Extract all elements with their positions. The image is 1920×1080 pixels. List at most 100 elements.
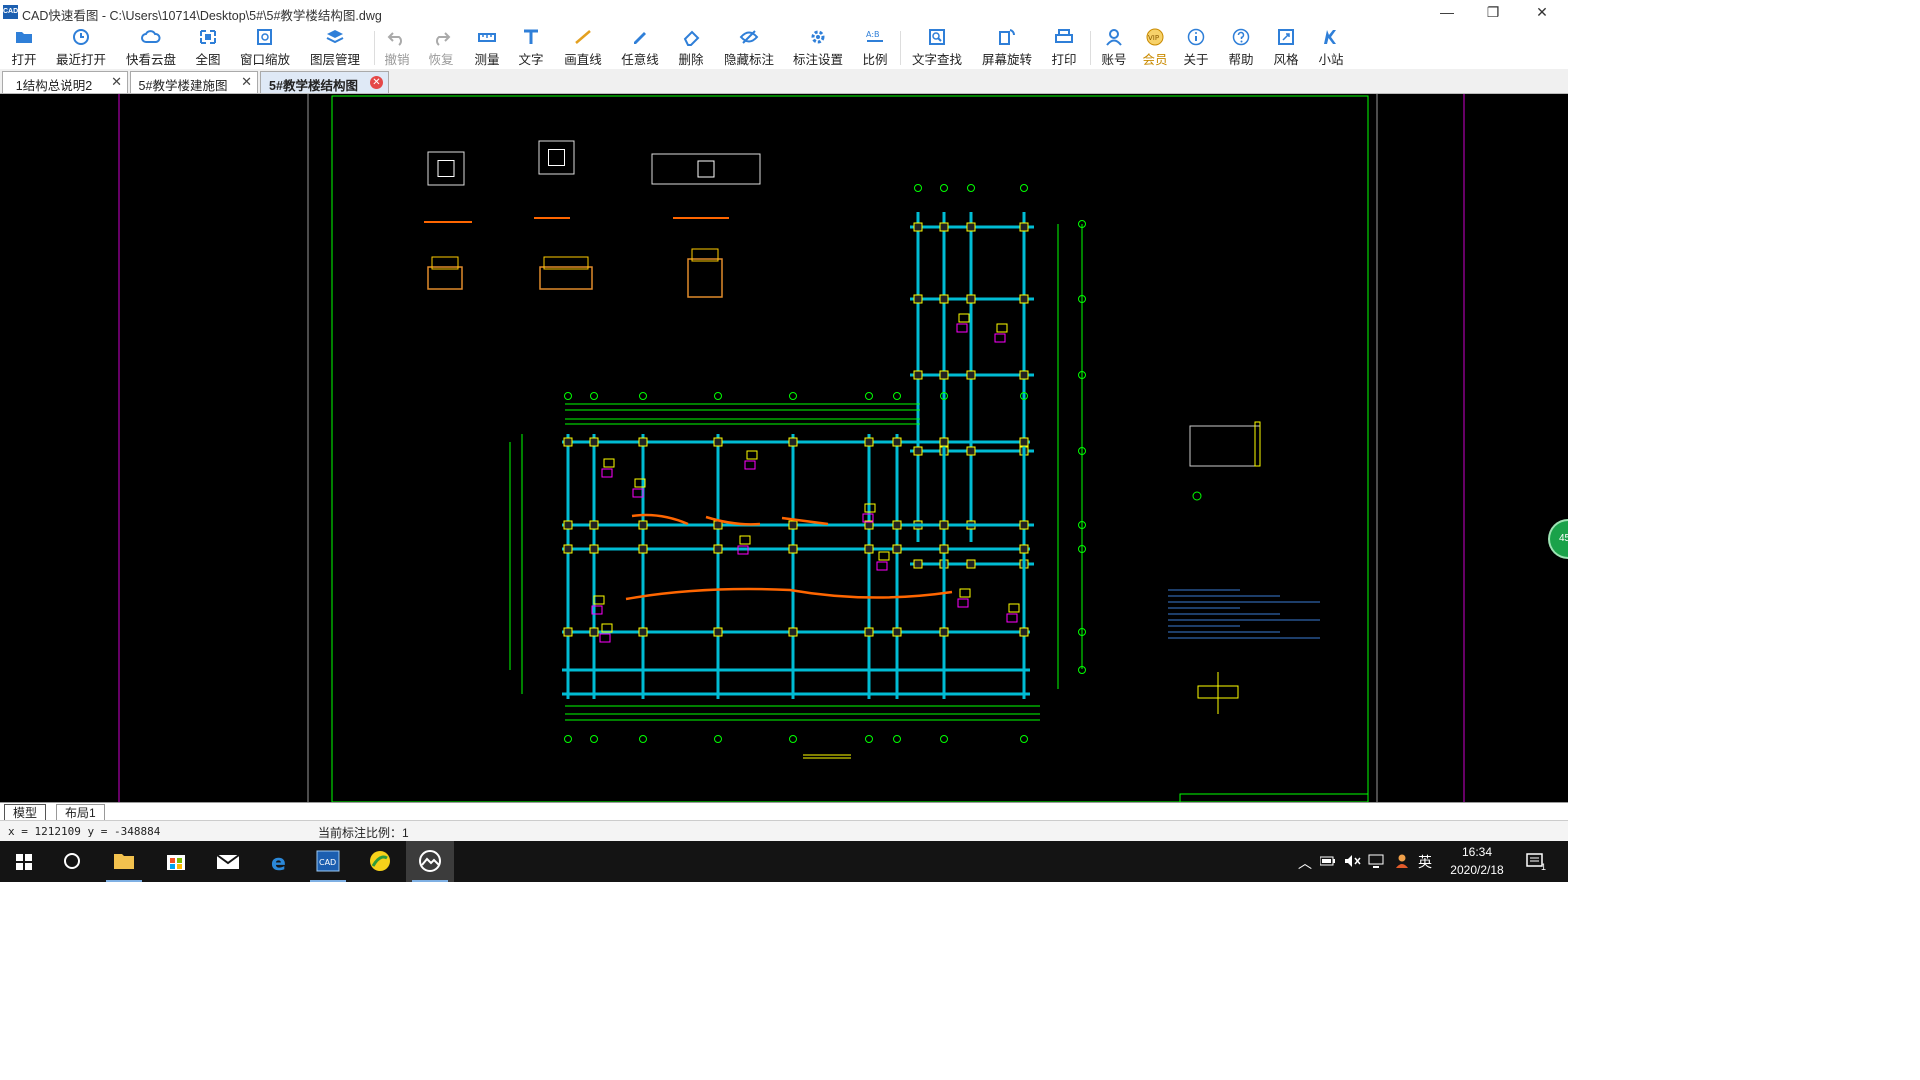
minimize-button[interactable]: — — [1424, 0, 1470, 25]
grid-bubble — [714, 392, 722, 400]
site-button[interactable]: 小站 — [1314, 28, 1348, 68]
ruler-icon — [478, 33, 496, 42]
toolbar-separator — [1090, 31, 1091, 65]
grid-bubble — [639, 392, 647, 400]
taskbar-file-explorer[interactable] — [100, 841, 148, 882]
skin-icon — [1278, 29, 1294, 45]
svg-text:CAD: CAD — [319, 858, 336, 867]
about-button[interactable]: 关于 — [1179, 28, 1213, 68]
taskbar-photos[interactable] — [406, 841, 454, 882]
text-search-button[interactable]: 文字查找 — [908, 28, 966, 68]
help-button[interactable]: 帮助 — [1224, 28, 1258, 68]
beam-annotation — [1006, 613, 1018, 623]
close-button[interactable]: ✕ — [1519, 0, 1565, 25]
redo-button[interactable]: 恢复 — [424, 28, 458, 68]
restore-button[interactable]: ❐ — [1470, 0, 1516, 25]
drawing-canvas[interactable]: 45 — [0, 94, 1568, 802]
scale-button[interactable]: A:B 比例 — [858, 28, 892, 68]
column-marker — [713, 437, 723, 447]
start-button[interactable] — [0, 841, 48, 882]
freeline-button[interactable]: 任意线 — [617, 28, 663, 68]
taskbar-store[interactable] — [152, 841, 200, 882]
tab-model[interactable]: 模型 — [4, 804, 47, 821]
taskbar-cad-viewer[interactable]: CAD — [304, 841, 352, 882]
delete-button[interactable]: 删除 — [674, 28, 708, 68]
beam-annotation — [957, 598, 969, 608]
column-marker — [939, 544, 949, 554]
column-marker — [939, 437, 949, 447]
tray-expand-icon[interactable]: ︿ — [1298, 853, 1312, 873]
taskbar-mail[interactable] — [204, 841, 252, 882]
grid-bubble — [564, 392, 572, 400]
cloud-label: 快看云盘 — [125, 53, 176, 67]
column-marker — [788, 520, 798, 530]
vip-button[interactable]: VIP 会员 — [1138, 28, 1172, 68]
open-label: 打开 — [11, 53, 37, 67]
tab-architecture-drawing[interactable]: 5#教学楼建施图 ✕ — [130, 71, 258, 93]
rotate-button[interactable]: 屏幕旋转 — [978, 28, 1036, 68]
title-bar: CAD CAD快速看图 - C:\Users\10714\Desktop\5#\… — [0, 0, 1568, 25]
svg-text:A:B: A:B — [866, 30, 880, 39]
close-icon[interactable]: ✕ — [241, 74, 252, 90]
grid-bubble — [865, 735, 873, 743]
line-button[interactable]: 画直线 — [560, 28, 606, 68]
beam-annotation — [601, 468, 613, 478]
window-zoom-button[interactable]: 窗口缩放 — [236, 28, 294, 68]
tab-layout1[interactable]: 布局1 — [56, 804, 105, 821]
clock-time[interactable]: 16:34 — [1454, 845, 1500, 859]
highlight-mark — [625, 587, 953, 601]
line-icon — [575, 30, 591, 44]
column-marker — [788, 544, 798, 554]
scale-icon: A:B — [866, 30, 883, 42]
layers-button[interactable]: 图层管理 — [304, 28, 366, 68]
taskbar-browser[interactable] — [356, 841, 404, 882]
grid-bubble — [893, 392, 901, 400]
close-icon[interactable]: ✕ — [370, 76, 383, 89]
info-icon — [1187, 28, 1205, 46]
undo-button[interactable]: 撤销 — [380, 28, 414, 68]
recent-button[interactable]: 最近打开 — [52, 28, 110, 68]
close-icon[interactable]: ✕ — [111, 74, 122, 90]
undo-label: 撤销 — [384, 53, 410, 67]
grid-bubble — [940, 184, 948, 192]
text-button[interactable]: 文字 — [514, 28, 548, 68]
user-badge-icon[interactable] — [1394, 853, 1410, 869]
freeline-label: 任意线 — [621, 53, 659, 67]
taskbar-edge[interactable]: e — [256, 841, 304, 882]
clock-date[interactable]: 2020/2/18 — [1446, 863, 1508, 877]
search-button[interactable] — [48, 841, 96, 882]
column-marker — [913, 446, 923, 456]
grid-bubble — [893, 735, 901, 743]
help-icon — [1232, 28, 1250, 46]
column-marker — [638, 520, 648, 530]
text-label: 文字 — [518, 53, 544, 67]
style-button[interactable]: 风格 — [1269, 28, 1303, 68]
open-button[interactable]: 打开 — [6, 28, 42, 68]
ime-indicator[interactable]: 英 — [1418, 852, 1432, 872]
volume-muted-icon[interactable] — [1344, 854, 1362, 868]
print-button[interactable]: 打印 — [1047, 28, 1081, 68]
browser-icon — [370, 851, 390, 871]
column-marker — [638, 627, 648, 637]
help-label: 帮助 — [1228, 53, 1254, 67]
cad-drawing[interactable] — [0, 94, 1568, 802]
account-button[interactable]: 账号 — [1097, 28, 1131, 68]
cloud-button[interactable]: 快看云盘 — [122, 28, 180, 68]
clock-icon — [73, 29, 89, 45]
dim-settings-button[interactable]: 标注设置 — [789, 28, 847, 68]
fit-label: 全图 — [195, 53, 221, 67]
grid-bubble — [940, 735, 948, 743]
column-detail — [437, 160, 455, 177]
tab-structure-drawing[interactable]: 5#教学楼结构图 ✕ — [260, 71, 389, 93]
windows-taskbar: e CAD ︿ 英 16:34 2020/2/18 1 — [0, 841, 1568, 882]
column-marker — [1019, 627, 1029, 637]
tab-structure-notes[interactable]: 1结构总说明2 ✕ — [2, 71, 128, 93]
scale-label: 比例 — [862, 53, 888, 67]
column-marker — [939, 222, 949, 232]
hide-dims-button[interactable]: 隐藏标注 — [720, 28, 778, 68]
battery-icon[interactable] — [1320, 855, 1336, 867]
measure-button[interactable]: 测量 — [470, 28, 504, 68]
fit-button[interactable]: 全图 — [190, 28, 226, 68]
wall-detail — [1189, 425, 1261, 467]
network-icon[interactable] — [1368, 854, 1386, 868]
